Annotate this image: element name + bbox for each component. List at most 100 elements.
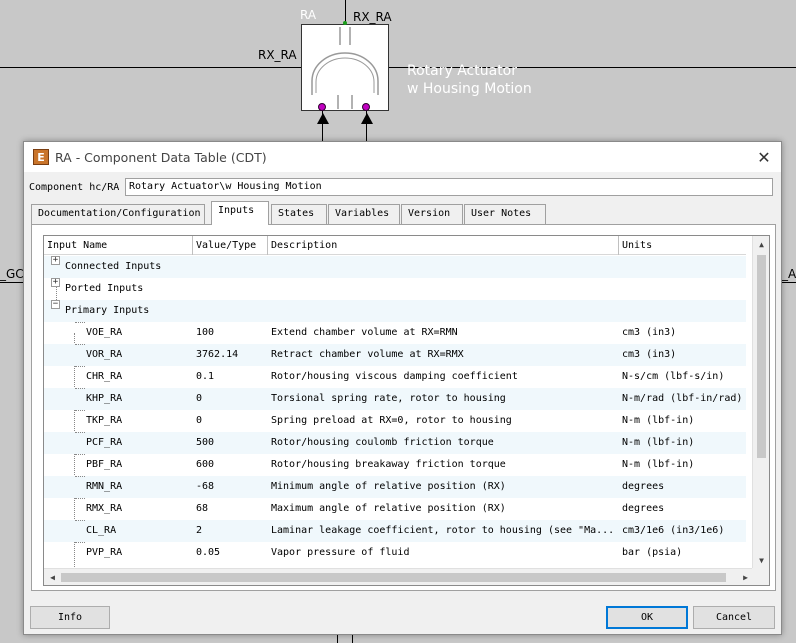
dialog-title: RA - Component Data Table (CDT) xyxy=(55,149,267,165)
connection-line-left-lower xyxy=(0,282,23,283)
column-header-input-name[interactable]: Input Name xyxy=(44,236,193,255)
connection-line-right-lower xyxy=(782,282,796,283)
vertical-scroll-thumb[interactable] xyxy=(757,255,766,458)
input-value[interactable]: 3762.14 xyxy=(196,344,238,366)
scroll-down-icon[interactable]: ▼ xyxy=(753,552,769,569)
input-value[interactable]: 0.1 xyxy=(196,366,214,388)
table-row[interactable]: KHP_RA 0 Torsional spring rate, rotor to… xyxy=(44,388,746,410)
input-units: degrees xyxy=(622,481,665,492)
input-description: Rotor/housing coulomb friction torque xyxy=(271,437,494,448)
table-row[interactable]: CL_RA 2 Laminar leakage coefficient, rot… xyxy=(44,520,746,542)
input-name: PBF_RA xyxy=(86,459,123,470)
tab-user-notes[interactable]: User Notes xyxy=(464,204,546,224)
input-name: RMN_RA xyxy=(86,481,123,492)
grid-rows: + Connected Inputs + Ported Inputs − Pri… xyxy=(44,256,746,575)
top-port-marker[interactable] xyxy=(343,21,347,25)
input-value[interactable]: 0 xyxy=(196,388,202,410)
table-row[interactable]: VOR_RA 3762.14 Retract chamber volume at… xyxy=(44,344,746,366)
table-row[interactable]: PCF_RA 500 Rotor/housing coulomb frictio… xyxy=(44,432,746,454)
input-units: cm3 (in3) xyxy=(622,327,677,338)
group-label: Primary Inputs xyxy=(65,305,150,316)
input-value[interactable]: 0.05 xyxy=(196,542,220,564)
input-value[interactable]: 2 xyxy=(196,520,202,542)
scroll-up-icon[interactable]: ▲ xyxy=(753,236,769,253)
input-units: bar (psia) xyxy=(622,547,683,558)
input-units: cm3 (in3) xyxy=(622,349,677,360)
input-description: Vapor pressure of fluid xyxy=(271,547,410,558)
table-row[interactable]: TKP_RA 0 Spring preload at RX=0, rotor t… xyxy=(44,410,746,432)
input-description: Torsional spring rate, rotor to housing xyxy=(271,393,506,404)
input-units: degrees xyxy=(622,503,665,514)
table-row[interactable]: VOE_RA 100 Extend chamber volume at RX=R… xyxy=(44,322,746,344)
connection-line-bottom-a xyxy=(337,635,338,643)
tab-inputs[interactable]: Inputs xyxy=(211,201,269,225)
rotary-actuator-symbol[interactable] xyxy=(301,24,389,111)
input-name: CL_RA xyxy=(86,525,117,536)
component-name-field[interactable]: Rotary Actuator\w Housing Motion xyxy=(125,178,773,196)
table-row[interactable]: CHR_RA 0.1 Rotor/housing viscous damping… xyxy=(44,366,746,388)
input-units: N-m (lbf-in) xyxy=(622,437,695,448)
dialog-titlebar[interactable]: E RA - Component Data Table (CDT) ✕ xyxy=(24,142,781,172)
input-value[interactable]: 68 xyxy=(196,498,208,520)
input-value[interactable]: -68 xyxy=(196,476,214,498)
input-value[interactable]: 600 xyxy=(196,454,214,476)
left-port-label: RX_RA xyxy=(258,48,297,62)
table-row[interactable]: PVP_RA 0.05 Vapor pressure of fluid bar … xyxy=(44,542,746,564)
info-button[interactable]: Info xyxy=(30,606,110,629)
column-header-description[interactable]: Description xyxy=(268,236,619,255)
input-description: Spring preload at RX=0, rotor to housing xyxy=(271,415,512,426)
input-name: PVP_RA xyxy=(86,547,123,558)
tab-variables[interactable]: Variables xyxy=(328,204,400,224)
horizontal-scrollbar[interactable]: ◀ ▶ xyxy=(44,568,754,585)
group-label: Connected Inputs xyxy=(65,261,162,272)
scrollbar-corner xyxy=(752,568,769,585)
tab-documentation-configuration[interactable]: Documentation/Configuration xyxy=(31,204,205,224)
port-left-marker[interactable] xyxy=(318,103,326,111)
component-label: Component hc/RA xyxy=(29,181,120,193)
input-description: Minimum angle of relative position (RX) xyxy=(271,481,506,492)
component-tag-label: RA xyxy=(300,8,317,22)
group-row-connected-inputs[interactable]: + Connected Inputs xyxy=(44,256,746,278)
input-value[interactable]: 500 xyxy=(196,432,214,454)
input-units: N-s/cm (lbf-s/in) xyxy=(622,371,725,382)
expand-icon[interactable]: + xyxy=(51,278,60,287)
input-name: VOR_RA xyxy=(86,349,123,360)
table-row[interactable]: RMN_RA -68 Minimum angle of relative pos… xyxy=(44,476,746,498)
cancel-button[interactable]: Cancel xyxy=(693,606,775,629)
group-label: Ported Inputs xyxy=(65,283,144,294)
ok-button[interactable]: OK xyxy=(606,606,688,629)
horizontal-scroll-thumb[interactable] xyxy=(61,573,726,582)
column-header-units[interactable]: Units xyxy=(619,236,746,255)
input-description: Laminar leakage coefficient, rotor to ho… xyxy=(271,525,615,536)
component-name-line2: w Housing Motion xyxy=(407,81,532,97)
grid-header: Input Name Value/Type Description Units xyxy=(44,236,746,255)
input-description: Rotor/housing viscous damping coefficien… xyxy=(271,371,518,382)
port-right-marker[interactable] xyxy=(362,103,370,111)
column-header-value-type[interactable]: Value/Type xyxy=(193,236,268,255)
input-value[interactable]: 100 xyxy=(196,322,214,344)
app-icon: E xyxy=(33,149,49,165)
table-row[interactable]: PBF_RA 600 Rotor/housing breakaway frict… xyxy=(44,454,746,476)
expand-icon[interactable]: + xyxy=(51,256,60,265)
collapse-icon[interactable]: − xyxy=(51,300,60,309)
input-units: cm3/1e6 (in3/1e6) xyxy=(622,525,725,536)
inputs-grid[interactable]: Input Name Value/Type Description Units … xyxy=(43,235,770,586)
right-edge-label: _AF xyxy=(782,267,796,281)
vertical-scrollbar[interactable]: ▲ ▼ xyxy=(752,236,769,569)
component-name-line1: Rotary Actuator xyxy=(407,63,518,79)
tab-version[interactable]: Version xyxy=(401,204,463,224)
close-icon[interactable]: ✕ xyxy=(753,146,775,168)
connection-line-left xyxy=(0,67,301,68)
input-value[interactable]: 0 xyxy=(196,410,202,432)
group-row-ported-inputs[interactable]: + Ported Inputs xyxy=(44,278,746,300)
inputs-tab-panel: Input Name Value/Type Description Units … xyxy=(31,224,776,591)
group-row-primary-inputs[interactable]: − Primary Inputs xyxy=(44,300,746,322)
top-port-label: RX_RA xyxy=(353,10,392,24)
tab-states[interactable]: States xyxy=(271,204,327,224)
input-name: CHR_RA xyxy=(86,371,123,382)
component-data-table-dialog: E RA - Component Data Table (CDT) ✕ Comp… xyxy=(23,141,782,635)
rotary-actuator-icon xyxy=(311,27,379,109)
scroll-left-icon[interactable]: ◀ xyxy=(44,569,61,585)
connection-line-bottom-b xyxy=(352,635,353,643)
table-row[interactable]: RMX_RA 68 Maximum angle of relative posi… xyxy=(44,498,746,520)
